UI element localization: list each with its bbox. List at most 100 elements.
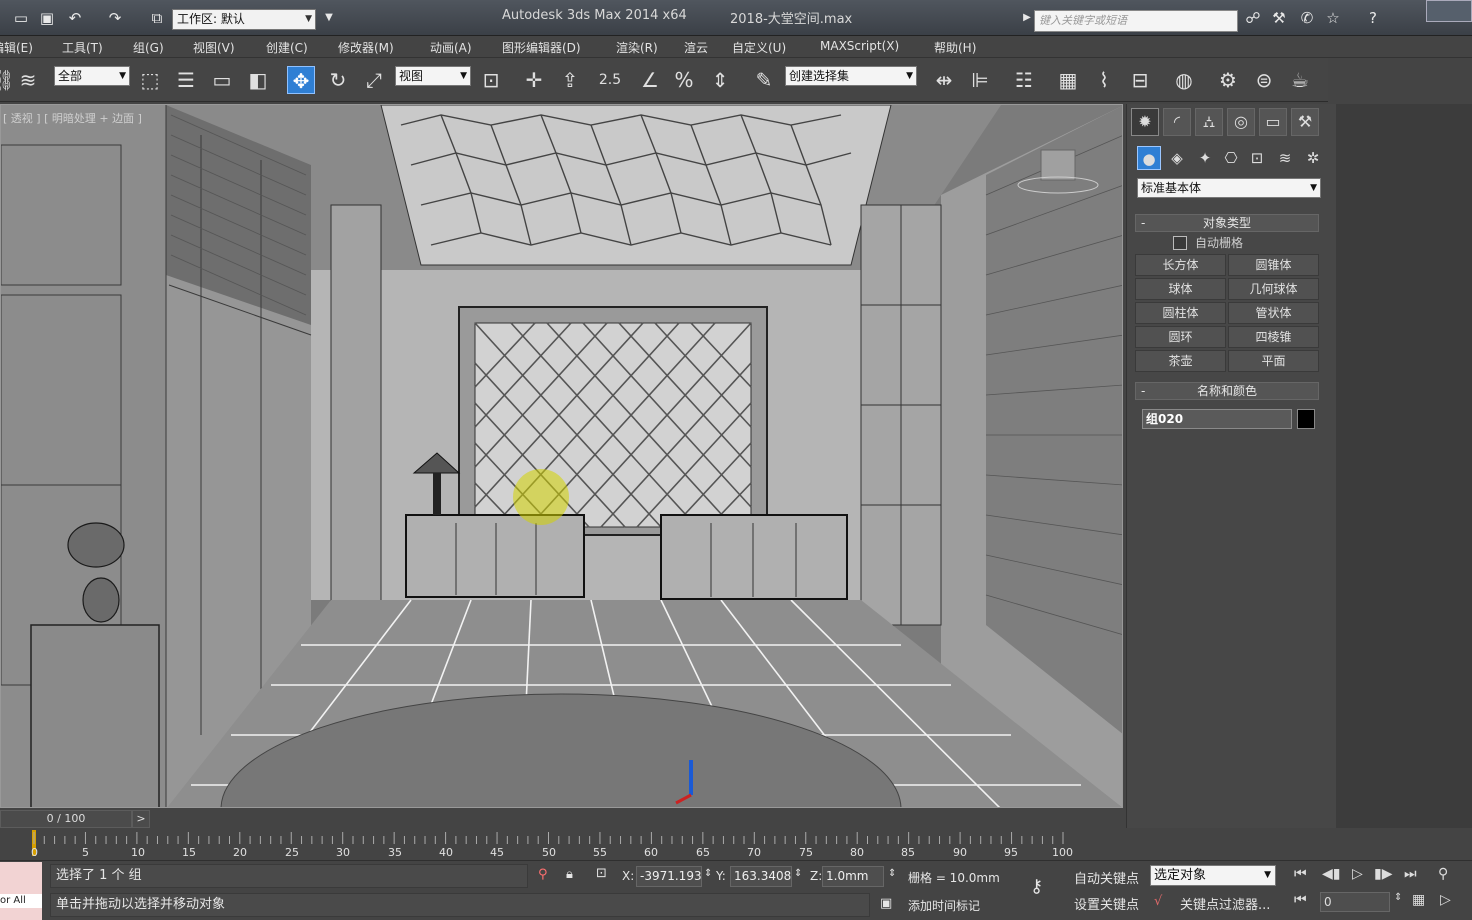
auto-key-button[interactable]: 自动关键点: [1074, 868, 1139, 887]
x-coordinate-field[interactable]: -3971.193: [636, 866, 702, 887]
percent-snap-icon[interactable]: %: [670, 66, 698, 94]
play-icon[interactable]: ▷: [1352, 866, 1363, 882]
time-slider-track[interactable]: [0, 810, 1123, 830]
customize-toolbar-icon[interactable]: ▼: [320, 9, 338, 27]
select-object-icon[interactable]: ⬚: [136, 66, 164, 94]
absolute-mode-icon[interactable]: ⊡: [596, 866, 607, 881]
undo-icon[interactable]: ↶: [66, 9, 84, 27]
cone-button[interactable]: 圆锥体: [1228, 254, 1319, 276]
hierarchy-tab-icon[interactable]: ⛼: [1195, 108, 1223, 136]
z-coordinate-field[interactable]: 1.0mm: [822, 866, 884, 887]
menu-rendering[interactable]: 渲染(R): [616, 39, 658, 56]
menu-help[interactable]: 帮助(H): [934, 39, 976, 56]
key-icon[interactable]: ⚷: [1030, 876, 1043, 897]
next-frame-button[interactable]: >: [132, 810, 150, 828]
menu-views[interactable]: 视图(V): [193, 39, 235, 56]
menu-group[interactable]: 组(G): [133, 39, 164, 56]
x-spinner-icon[interactable]: ⇕: [704, 868, 712, 879]
redo-icon[interactable]: ↷: [106, 9, 124, 27]
viewport-label[interactable]: [ 透视 ] [ 明暗处理 + 边面 ]: [3, 110, 142, 126]
curve-editor-icon[interactable]: ⌇: [1090, 66, 1118, 94]
zoom-extents-icon[interactable]: ▷: [1440, 892, 1451, 908]
frame-spinner-icon[interactable]: ⇕: [1394, 892, 1402, 903]
workspace-dropdown[interactable]: 工作区: 默认 ▼: [172, 9, 316, 30]
select-scale-icon[interactable]: ⤢: [360, 66, 388, 94]
project-folder-icon[interactable]: ⧉: [148, 9, 166, 27]
subscription-icon[interactable]: ⚒: [1270, 9, 1288, 27]
render-setup-icon[interactable]: ⚙: [1214, 66, 1242, 94]
favorites-star-icon[interactable]: ☆: [1324, 9, 1342, 27]
object-name-field[interactable]: 组020: [1142, 409, 1292, 429]
selection-filter-dropdown[interactable]: 全部 ▼: [54, 66, 130, 86]
search-input[interactable]: 键入关键字或短语: [1034, 10, 1238, 32]
go-to-start-icon[interactable]: ⏮: [1294, 866, 1307, 882]
plane-button[interactable]: 平面: [1228, 350, 1319, 372]
key-mode-icon[interactable]: ⏮: [1294, 892, 1307, 908]
align-icon[interactable]: ⊫: [966, 66, 994, 94]
go-to-end-icon[interactable]: ⏭: [1404, 866, 1417, 882]
helpers-icon[interactable]: ⊡: [1245, 146, 1269, 170]
graphite-toolbox-icon[interactable]: ▦: [1054, 66, 1082, 94]
geometry-sphere-icon[interactable]: ●: [1137, 146, 1161, 170]
set-key-button[interactable]: 设置关键点: [1074, 894, 1139, 913]
named-selection-sets-dropdown[interactable]: 创建选择集 ▼: [785, 66, 917, 86]
category-dropdown[interactable]: 标准基本体 ▼: [1137, 178, 1321, 198]
next-frame-icon[interactable]: ▮▶: [1374, 866, 1392, 882]
perspective-viewport[interactable]: [ 透视 ] [ 明暗处理 + 边面 ]: [0, 104, 1123, 808]
window-crossing-icon[interactable]: ◧: [244, 66, 272, 94]
render-production-icon[interactable]: ☕: [1286, 66, 1314, 94]
name-color-rollout[interactable]: - 名称和颜色: [1135, 382, 1319, 400]
layer-manager-icon[interactable]: ☷: [1010, 66, 1038, 94]
add-time-tag[interactable]: 添加时间标记: [908, 897, 980, 914]
menu-create[interactable]: 创建(C): [266, 39, 308, 56]
key-mode-toggle-icon[interactable]: ⚲: [1438, 866, 1448, 882]
rectangular-selection-icon[interactable]: ▭: [208, 66, 236, 94]
shapes-icon[interactable]: ◈: [1165, 146, 1189, 170]
select-move-icon[interactable]: ✥: [287, 66, 315, 94]
pyramid-button[interactable]: 四棱锥: [1228, 326, 1319, 348]
binoculars-icon[interactable]: ☍: [1244, 9, 1262, 27]
menu-render-cloud[interactable]: 渲云: [684, 39, 708, 56]
cylinder-button[interactable]: 圆柱体: [1135, 302, 1226, 324]
lights-icon[interactable]: ✦: [1193, 146, 1217, 170]
display-tab-icon[interactable]: ▭: [1259, 108, 1287, 136]
y-spinner-icon[interactable]: ⇕: [794, 868, 802, 879]
manipulate-icon[interactable]: ✛: [520, 66, 548, 94]
snaps-toggle-icon[interactable]: 2.5: [596, 66, 624, 94]
pivot-center-icon[interactable]: ⊡: [477, 66, 505, 94]
minimize-button[interactable]: [1426, 0, 1472, 22]
selection-lock-icon[interactable]: 🔒︎: [566, 867, 573, 882]
time-slider-thumb[interactable]: 0 / 100: [0, 810, 132, 828]
keyboard-shortcut-override-icon[interactable]: ⇪: [556, 66, 584, 94]
object-type-rollout[interactable]: - 对象类型: [1135, 214, 1319, 232]
rendered-frame-icon[interactable]: ⊜: [1250, 66, 1278, 94]
bind-spacewarp-icon[interactable]: ≋: [14, 66, 42, 94]
menu-modifiers[interactable]: 修改器(M): [338, 39, 394, 56]
spinner-snap-icon[interactable]: ⇕: [706, 66, 734, 94]
menu-tools[interactable]: 工具(T): [62, 39, 103, 56]
box-button[interactable]: 长方体: [1135, 254, 1226, 276]
key-filters-button[interactable]: 关键点过滤器...: [1180, 894, 1270, 913]
systems-icon[interactable]: ✲: [1301, 146, 1325, 170]
select-by-name-icon[interactable]: ☰: [172, 66, 200, 94]
tube-button[interactable]: 管状体: [1228, 302, 1319, 324]
space-warps-icon[interactable]: ≋: [1273, 146, 1297, 170]
current-frame-field[interactable]: 0: [1320, 892, 1390, 912]
menu-edit[interactable]: 编辑(E): [0, 39, 33, 56]
motion-tab-icon[interactable]: ◎: [1227, 108, 1255, 136]
angle-snap-icon[interactable]: ∠: [636, 66, 664, 94]
cameras-icon[interactable]: ⎔: [1219, 146, 1243, 170]
torus-button[interactable]: 圆环: [1135, 326, 1226, 348]
time-configuration-icon[interactable]: ▦: [1412, 892, 1425, 908]
teapot-button[interactable]: 茶壶: [1135, 350, 1226, 372]
menu-maxscript[interactable]: MAXScript(X): [820, 39, 899, 53]
auto-grid-checkbox[interactable]: [1173, 236, 1187, 250]
maxscript-mini-listener[interactable]: or All: [0, 894, 42, 908]
help-icon[interactable]: ?: [1364, 9, 1382, 27]
create-tab-sun-icon[interactable]: ✹: [1131, 108, 1159, 136]
save-icon[interactable]: ▣: [38, 9, 56, 27]
utilities-tab-hammer-icon[interactable]: ⚒: [1291, 108, 1319, 136]
previous-frame-icon[interactable]: ◀▮: [1322, 866, 1340, 882]
sphere-button[interactable]: 球体: [1135, 278, 1226, 300]
edit-named-selection-icon[interactable]: ✎: [750, 66, 778, 94]
